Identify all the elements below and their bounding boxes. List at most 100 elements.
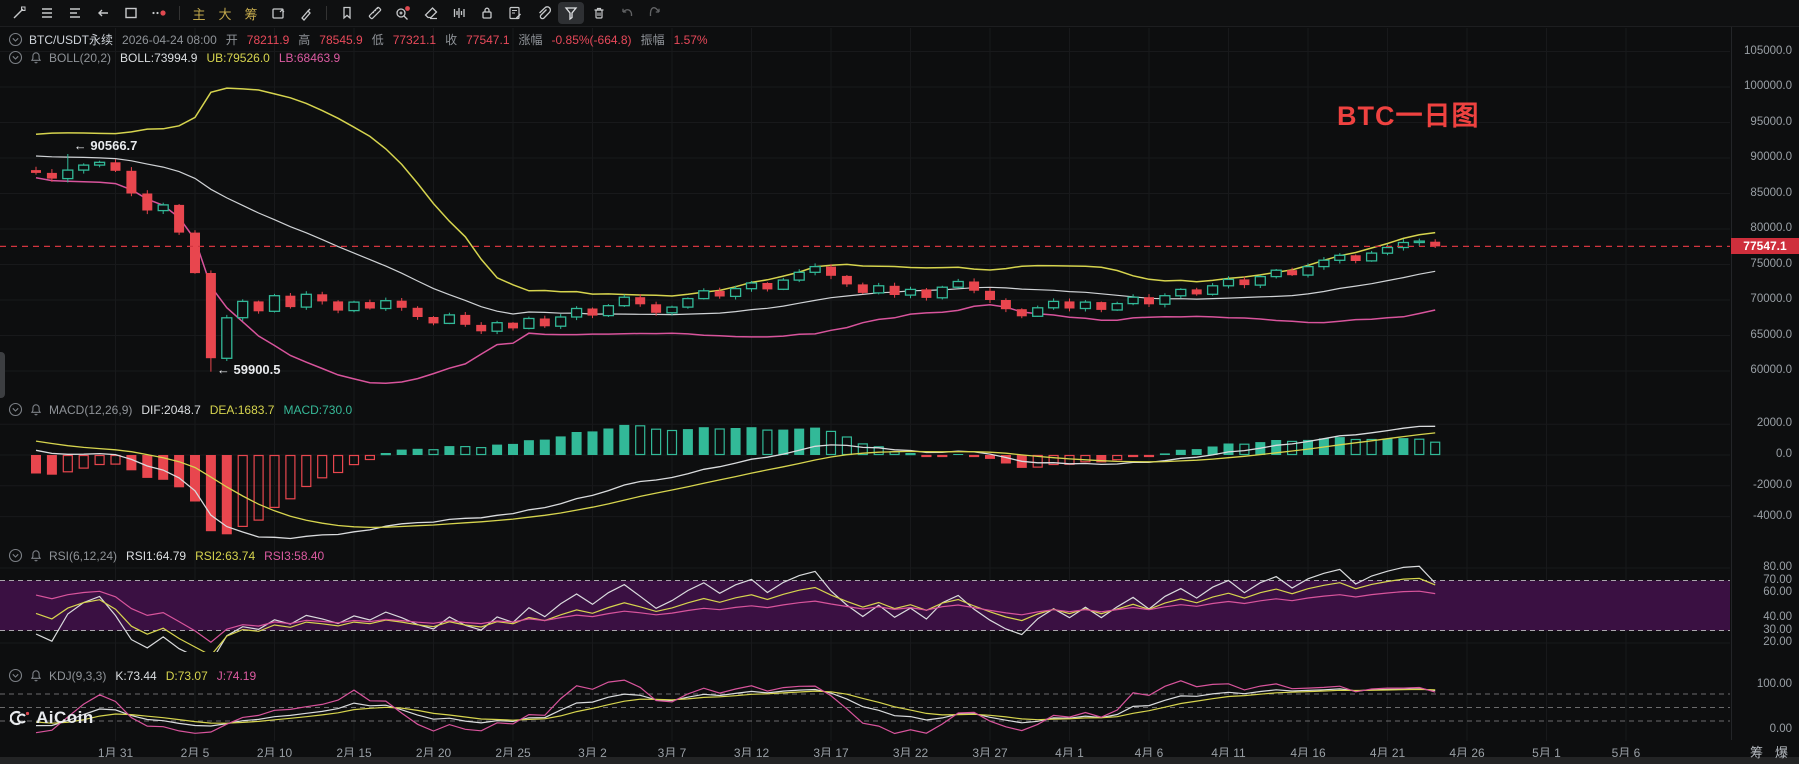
chart-canvas[interactable]: [0, 0, 1799, 764]
header-token: 77321.1: [392, 32, 437, 47]
y-axis-label: 20.00: [1763, 636, 1792, 648]
y-axis-label: 100.00: [1756, 678, 1792, 690]
collapse-icon[interactable]: [8, 548, 23, 563]
trash-icon[interactable]: [586, 2, 612, 24]
drawing-toolbar: 主 大 筹: [0, 0, 1799, 27]
boll-values: BOLL(20,2) BOLL:73994.9 UB:79526.0 LB:68463…: [49, 51, 340, 65]
collapse-icon[interactable]: [8, 50, 23, 65]
y-axis-label: 80.00: [1763, 561, 1792, 573]
header-token: K:73.44: [115, 668, 157, 683]
axis-separator: [1731, 27, 1732, 740]
flip-chart-icon[interactable]: [265, 2, 291, 24]
symbol-header: BTC/USDT永续 2026-04-24 08:00 开 78211.9 高 78545…: [8, 31, 708, 48]
last-price-badge: 77547.1: [1731, 238, 1799, 255]
filter-funnel-icon[interactable]: [558, 2, 584, 24]
paperclip-icon[interactable]: [530, 2, 556, 24]
chart-title: BTC一日图: [1337, 101, 1480, 131]
y-axis-label: -2000.0: [1752, 478, 1792, 491]
bookmark-icon[interactable]: [334, 2, 360, 24]
header-token: D:73.07: [165, 668, 208, 683]
header-token: BTC/USDT永续: [29, 33, 114, 47]
side-panel-handle[interactable]: [0, 352, 5, 398]
y-axis-label: 70.00: [1763, 573, 1792, 586]
header-token: -0.85%(-664.8): [551, 32, 632, 47]
y-axis-label: 65000.0: [1750, 328, 1792, 341]
toolbar-separator: [179, 6, 180, 20]
collapse-icon[interactable]: [8, 32, 23, 47]
bottom-right-toggles: 筹 爆: [1750, 742, 1788, 761]
macd-header: MACD(12,26,9) DIF:2048.7 DEA:1683.7 MACD:73…: [8, 402, 352, 417]
alert-bell-icon[interactable]: [29, 549, 43, 563]
y-axis-label: -4000.0: [1752, 509, 1792, 522]
header-token: 振幅: [640, 33, 665, 47]
alert-bell-icon[interactable]: [29, 51, 43, 65]
horizontal-scrollbar[interactable]: [0, 757, 1799, 764]
zoom-in-icon[interactable]: [390, 2, 416, 24]
rectangle-tool-icon[interactable]: [118, 2, 144, 24]
y-axis-label: 75000.0: [1750, 257, 1792, 270]
y-axis-label: 70000.0: [1750, 293, 1792, 305]
kdj-values: KDJ(9,3,3) K:73.44 D:73.07 J:74.19: [49, 669, 256, 683]
lock-icon[interactable]: [474, 2, 500, 24]
note-edit-icon[interactable]: [502, 2, 528, 24]
header-token: BOLL(20,2): [49, 50, 112, 65]
collapse-icon[interactable]: [8, 402, 23, 417]
indicator-list-icon[interactable]: [34, 2, 60, 24]
header-token: RSI(6,12,24): [49, 548, 118, 563]
redo-icon[interactable]: [642, 2, 668, 24]
macd-values: MACD(12,26,9) DIF:2048.7 DEA:1683.7 MACD:73…: [49, 403, 352, 417]
header-token: 开: [225, 33, 238, 47]
header-token: UB:79526.0: [206, 50, 270, 65]
y-axis-label: 0.00: [1769, 723, 1792, 735]
header-token: 高: [298, 33, 311, 47]
header-token: 涨幅: [518, 33, 543, 47]
brush-tool-icon[interactable]: [293, 2, 319, 24]
header-token: RSI3:58.40: [264, 548, 325, 563]
ruler-icon[interactable]: [362, 2, 388, 24]
header-token: KDJ(9,3,3): [49, 668, 107, 683]
y-axis-label: 0.0: [1776, 448, 1792, 460]
y-axis-label: 40.00: [1763, 611, 1792, 623]
aicoin-logo-icon: [10, 710, 30, 726]
header-token: BOLL:73994.9: [120, 50, 198, 65]
trend-line-icon[interactable]: [6, 2, 32, 24]
y-axis-label: 2000.0: [1756, 417, 1792, 430]
mode-large-button[interactable]: 大: [213, 4, 237, 23]
symbol-info: BTC/USDT永续 2026-04-24 08:00 开 78211.9 高 78545…: [29, 31, 708, 48]
burst-toggle[interactable]: 爆: [1775, 742, 1788, 761]
eraser-icon[interactable]: [418, 2, 444, 24]
header-token: 2026-04-24 08:00: [122, 32, 217, 47]
candle-pattern-icon[interactable]: [446, 2, 472, 24]
y-axis-label: 30.00: [1763, 623, 1792, 636]
aicoin-logo-text: AiCoin: [36, 708, 94, 727]
more-dots-icon[interactable]: [146, 2, 172, 24]
boll-header: BOLL(20,2) BOLL:73994.9 UB:79526.0 LB:68463…: [8, 50, 340, 65]
y-axis-label: 100000.0: [1744, 80, 1792, 92]
kdj-header: KDJ(9,3,3) K:73.44 D:73.07 J:74.19: [8, 668, 256, 683]
y-axis-label: 105000.0: [1744, 44, 1792, 57]
collapse-icon[interactable]: [8, 668, 23, 683]
layout-list-icon[interactable]: [62, 2, 88, 24]
header-token: 1.57%: [673, 32, 708, 47]
alert-bell-icon[interactable]: [29, 669, 43, 683]
trading-app-window: 主 大 筹 BTC/USDT永续 2026-04-24 08:00 开 78211.9…: [0, 0, 1799, 764]
chips-toggle[interactable]: 筹: [1750, 742, 1763, 761]
alert-bell-icon[interactable]: [29, 403, 43, 417]
price-annotation: ← 59900.5: [216, 361, 281, 377]
header-token: J:74.19: [216, 668, 257, 683]
mode-chips-button[interactable]: 筹: [239, 4, 263, 23]
mode-main-button[interactable]: 主: [187, 4, 211, 23]
undo-icon[interactable]: [614, 2, 640, 24]
aicoin-logo: AiCoin: [10, 708, 94, 728]
arrow-left-icon[interactable]: [90, 2, 116, 24]
y-axis-label: 80000.0: [1750, 222, 1792, 234]
header-token: MACD:730.0: [283, 402, 353, 417]
header-token: 收: [445, 33, 458, 47]
header-token: DEA:1683.7: [209, 402, 275, 417]
header-token: LB:68463.9: [278, 50, 341, 65]
y-axis-label: 85000.0: [1750, 186, 1792, 199]
header-token: MACD(12,26,9): [49, 402, 133, 417]
header-token: 78545.9: [319, 32, 363, 47]
header-token: 77547.1: [466, 32, 510, 47]
rsi-header: RSI(6,12,24) RSI1:64.79 RSI2:63.74 RSI3:58.…: [8, 548, 324, 563]
